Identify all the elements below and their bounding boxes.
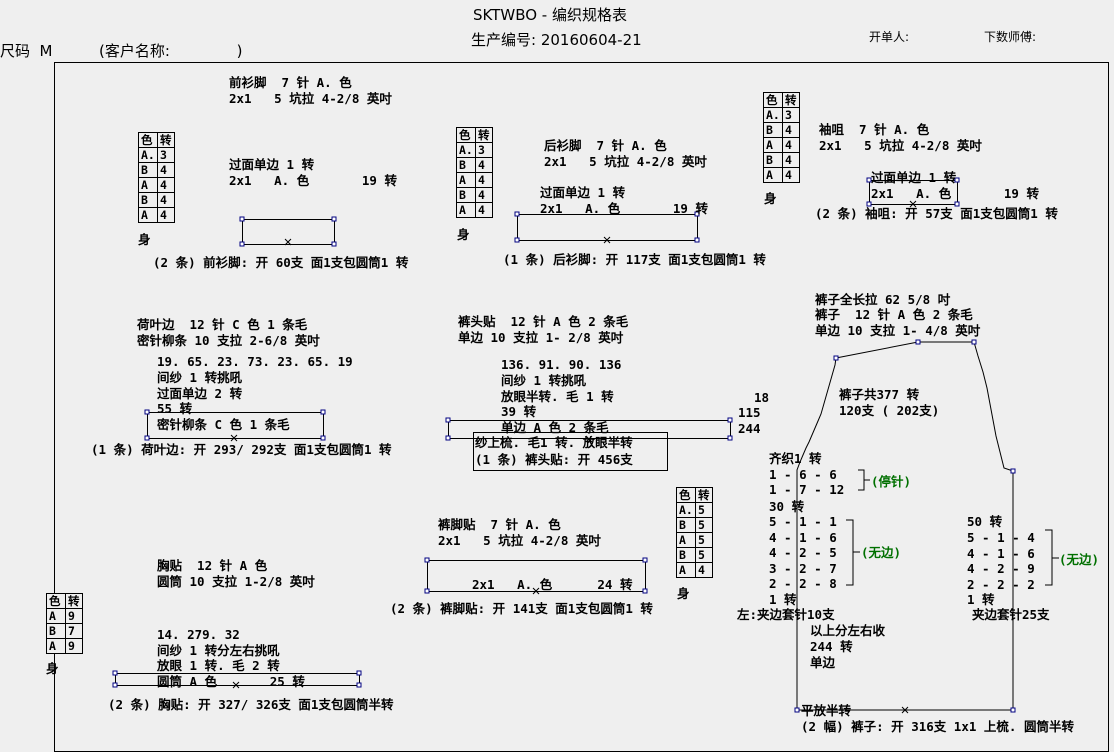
waistband-num-c: 244 [738,421,761,436]
pants-left-bind: 左:夹边套针10支 [737,607,835,622]
cuff-rows: 2x1 A. 色 19 转 [871,186,1039,201]
cuff-facing: 过面单边 1 转 [871,170,957,185]
pants-right-decreases: 5 - 1 - 4 4 - 1 - 6 4 - 2 - 9 2 - 2 - 2 [967,530,1035,592]
front-hem-rib: 2x1 5 坑拉 4-2/8 英吋 [229,91,392,106]
pants-hem-color-table: 色转 A. 5 B5 A5 B5 A4 [676,487,713,578]
pants-length: 裤子全长拉 62 5/8 吋 [815,292,951,307]
pants-right-one-row: 1 转 [967,592,995,607]
chest-counts: 14. 279. 32 [157,627,240,642]
chest-spec: 胸贴 12 针 A 色 [157,558,268,573]
pants-dec-1: 1 - 6 - 6 [769,467,837,482]
front-hem-summary: (2 条) 前衫脚: 开 60支 面1支包圆筒1 转 [153,255,409,270]
waistband-stitch: 单边 10 支拉 1- 2/8 英吋 [458,330,624,345]
waistband-strip-label: 单边 A 色 2 条毛 [501,420,609,435]
pants-rows-50: 50 转 [967,514,1003,529]
pants-right-bind: 夹边套针25支 [972,607,1050,622]
back-hem-rows: 2x1 A. 色 19 转 [540,201,708,216]
pants-hem-rows: 2x1 A. 色 24 转 [472,577,633,592]
leaf-edge-step1: 间纱 1 转挑吼 [157,370,243,385]
pants-rows-244: 244 转 [810,639,853,654]
chest-strip-label: 圆筒 A 色 25 转 [157,674,305,689]
chest-step1: 间纱 1 转分左右挑吼 [157,643,280,658]
leaf-edge-step3: 55 转 [157,401,193,416]
leaf-edge-step2: 过面单边 2 转 [157,386,243,401]
waistband-num-b: 115 [738,405,761,420]
pants-single: 单边 [810,655,836,670]
pants-rows-30: 30 转 [769,499,805,514]
chest-stitch: 圆筒 10 支拉 1-2/8 英吋 [157,574,315,589]
body-label: 身 [457,227,470,242]
pants-summary: (2 幅) 裤子: 开 316支 1x1 上梳. 圆筒半转 [801,719,1074,734]
chest-summary: (2 条) 胸贴: 开 327/ 326支 面1支包圆筒半转 [108,697,394,712]
body-label: 身 [138,232,151,247]
waistband-step4: 纱上梳. 毛1 转. 放眼半转 [475,435,633,450]
pants-stitch: 单边 10 支拉 1- 4/8 英吋 [815,323,981,338]
cuff-color-table: 色转 A. 3 B4 A4 B4 A4 [763,92,800,183]
waistband-spec: 裤头贴 12 针 A 色 2 条毛 [458,314,629,329]
pants-hem-summary: (2 条) 裤脚贴: 开 141支 面1支包圆筒1 转 [390,601,653,616]
waistband-counts: 136. 91. 90. 136 [501,357,622,372]
front-hem-rows: 2x1 A. 色 19 转 [229,173,397,188]
waistband-step2: 放眼半转. 毛 1 转 [501,389,614,404]
front-hem-facing: 过面单边 1 转 [229,157,315,172]
leaf-edge-spec: 荷叶边 12 针 C 色 1 条毛 [137,317,308,332]
pants-hem-rib: 2x1 5 坑拉 4-2/8 英吋 [438,533,601,548]
cuff-summary: (2 条) 袖咀: 开 57支 面1支包圆筒1 转 [815,206,1058,221]
back-hem-summary: (1 条) 后衫脚: 开 117支 面1支包圆筒1 转 [503,252,766,267]
leaf-edge-summary: (1 条) 荷叶边: 开 293/ 292支 面1支包圆筒1 转 [91,442,392,457]
body-label: 身 [677,586,690,601]
pants-hem-spec: 裤脚贴 7 针 A. 色 [438,517,561,532]
cuff-rib: 2x1 5 坑拉 4-2/8 英吋 [819,138,982,153]
chest-color-table: 色转 A9 B7 A9 [46,593,83,654]
front-hem-spec: 前衫脚 7 针 A. 色 [229,75,352,90]
waistband-num-a: 18 [754,390,770,405]
back-hem-color-table: 色转 A. 3 B4 A4 B4 A4 [456,127,493,218]
pants-dec-2: 1 - 7 - 12 [769,482,845,497]
body-label: 身 [46,661,59,676]
pants-split-note: 以上分左右收 [810,623,886,638]
back-hem-spec: 后衫脚 7 针 A. 色 [544,138,667,153]
body-label: 身 [764,191,777,206]
leaf-edge-stitch: 密针柳条 10 支拉 2-6/8 英吋 [137,333,320,348]
pants-spec: 裤子 12 针 A 色 2 条毛 [815,307,973,322]
pants-left-decreases: 5 - 1 - 1 4 - 1 - 6 4 - 2 - 5 3 - 2 - 7 … [769,514,837,592]
back-hem-facing: 过面单边 1 转 [540,185,626,200]
chest-step2: 放眼 1 转. 毛 2 转 [157,658,280,673]
pants-even-rows: 齐织1 转 [769,451,822,466]
waistband-step1: 间纱 1 转挑吼 [501,373,587,388]
front-hem-color-table: 色转 A. 3 B4 A4 B4 A4 [138,132,175,223]
pants-flat-half: 平放半转 [801,703,852,718]
waistband-summary: (1 条) 裤头贴: 开 456支 [475,452,633,467]
cuff-spec: 袖咀 7 针 A. 色 [819,122,930,137]
pants-left-one-row: 1 转 [769,592,797,607]
leaf-edge-counts: 19. 65. 23. 73. 23. 65. 19 [157,354,353,369]
leaf-edge-strip-label: 密针柳条 C 色 1 条毛 [157,417,290,432]
pants-hold-note: (停针) [871,474,912,489]
pants-total-rows: 裤子共377 转 [839,387,920,402]
pants-needles: 120支 ( 202支) [839,403,940,418]
back-hem-rib: 2x1 5 坑拉 4-2/8 英吋 [544,154,707,169]
waistband-step3: 39 转 [501,404,537,419]
pants-right-no-edge: (无边) [1059,552,1100,567]
pants-left-no-edge: (无边) [861,545,902,560]
